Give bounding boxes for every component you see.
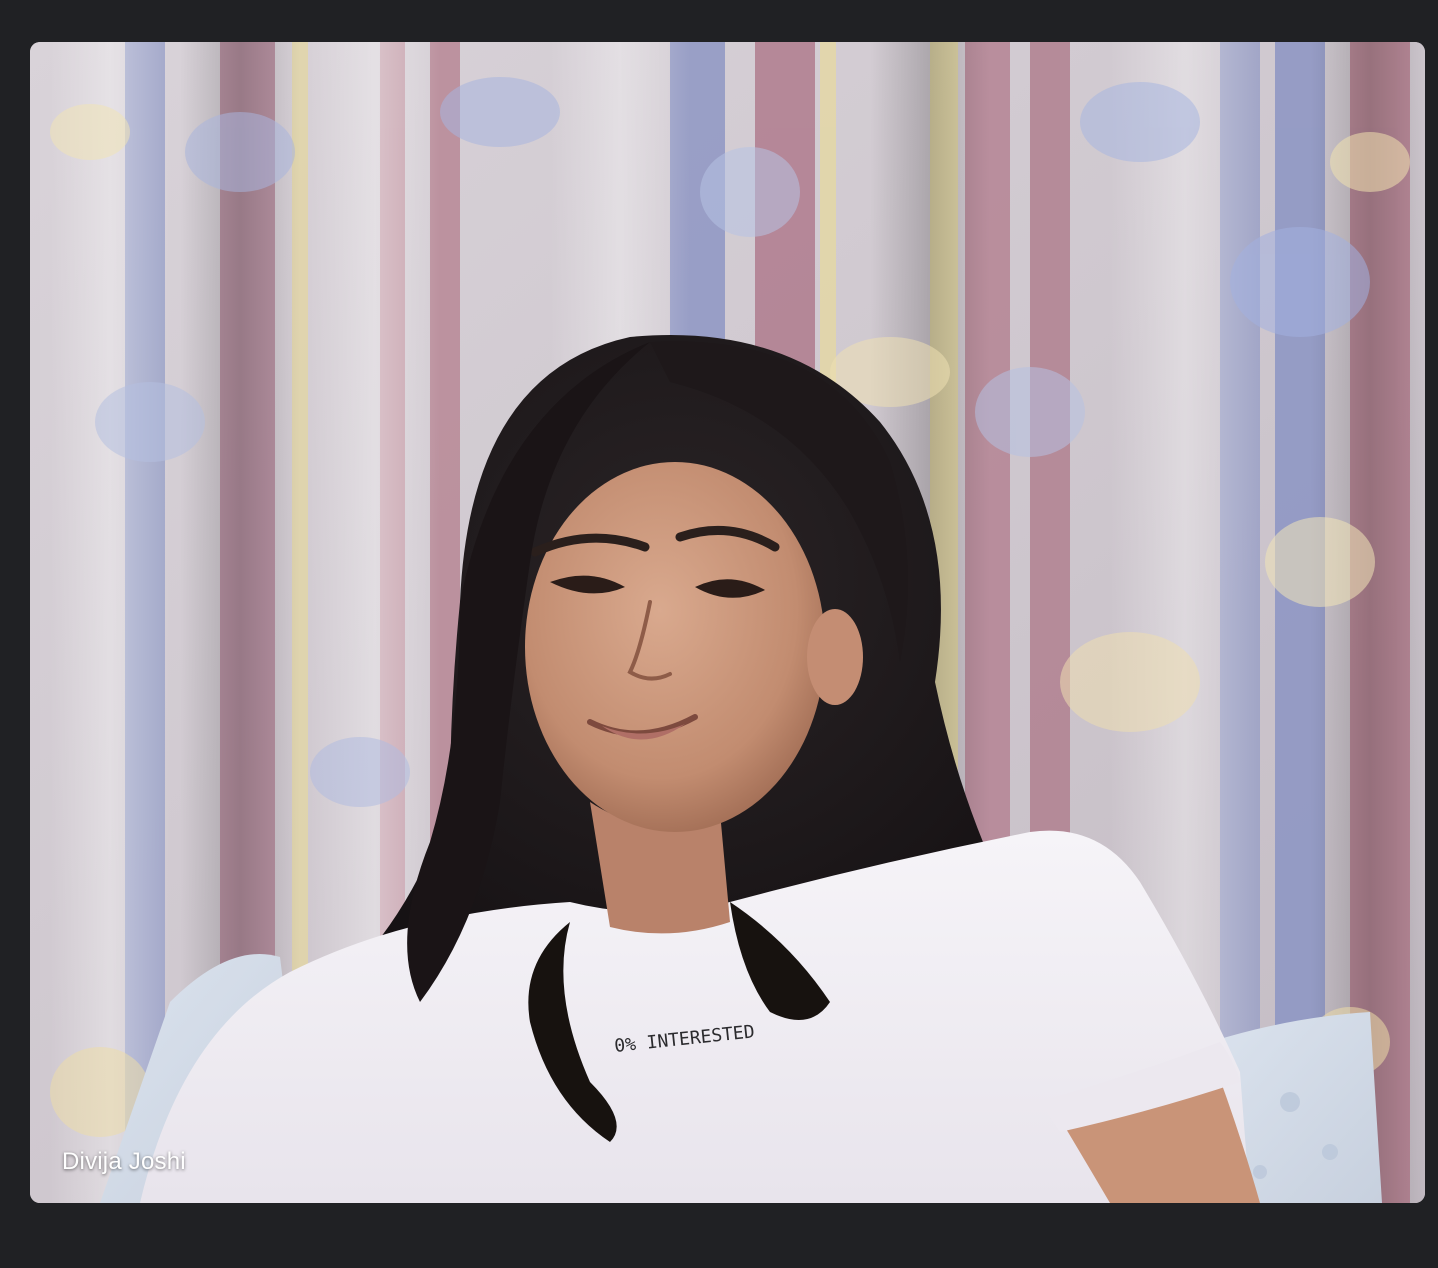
meeting-stage: 0% INTERESTED Divija Joshi <box>0 0 1438 1268</box>
participant-video-tile[interactable]: 0% INTERESTED Divija Joshi <box>30 42 1425 1203</box>
participant-video-feed: 0% INTERESTED <box>30 42 1425 1203</box>
participant-name-label: Divija Joshi <box>62 1148 186 1175</box>
